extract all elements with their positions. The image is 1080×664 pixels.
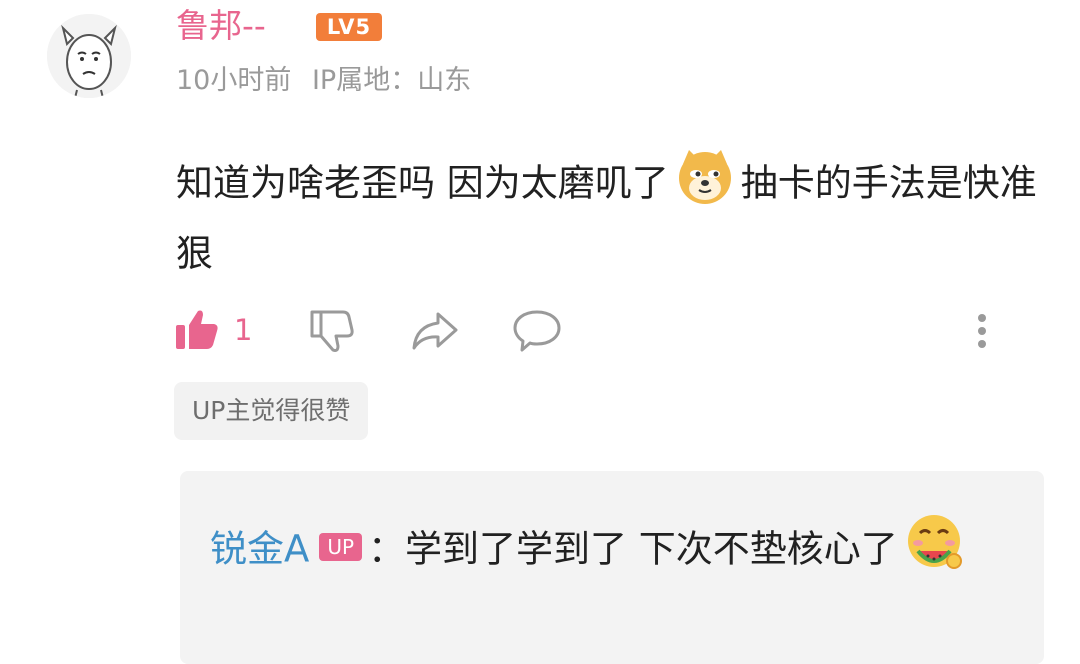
action-bar: 1 bbox=[174, 300, 1014, 360]
thumbs-up-icon bbox=[176, 310, 218, 349]
comment-text: 知道为啥老歪吗 因为太磨叽了 抽卡的手法是快准狠 bbox=[176, 146, 1056, 284]
reply-button[interactable] bbox=[512, 300, 562, 360]
reply-content: 锐金A UP ：学到了学到了 下次不垫核心了 bbox=[210, 511, 990, 591]
share-button[interactable] bbox=[410, 300, 460, 360]
comment-text-part1: 知道为啥老歪吗 因为太磨叽了 bbox=[176, 161, 669, 205]
like-button[interactable]: 1 bbox=[174, 300, 252, 360]
thumbs-down-icon bbox=[310, 310, 354, 352]
reply-colon: ： bbox=[368, 527, 406, 571]
ip-location: IP属地：山东 bbox=[311, 65, 472, 96]
more-button[interactable] bbox=[970, 300, 994, 360]
reply-preview[interactable]: 锐金A UP ：学到了学到了 下次不垫核心了 bbox=[180, 471, 1044, 664]
comment-icon bbox=[513, 310, 561, 352]
up-tag: UP bbox=[319, 533, 363, 561]
up-liked-badge: UP主觉得很赞 bbox=[174, 382, 369, 440]
doge-emoji-icon bbox=[675, 146, 735, 224]
watermelon-eating-emoji-icon bbox=[904, 511, 966, 591]
like-count: 1 bbox=[234, 313, 253, 347]
reply-text: 学到了学到了 下次不垫核心了 bbox=[405, 527, 898, 571]
share-icon bbox=[412, 312, 458, 350]
comment-meta: 10小时前 IP属地：山东 bbox=[176, 62, 471, 100]
comment-time: 10小时前 bbox=[176, 65, 292, 96]
level-badge: LV5 bbox=[316, 13, 382, 41]
comment-username[interactable]: 鲁邦-- bbox=[176, 4, 266, 48]
reply-username[interactable]: 锐金A bbox=[210, 528, 309, 571]
more-icon bbox=[978, 314, 986, 348]
avatar[interactable] bbox=[47, 14, 131, 98]
dislike-button[interactable] bbox=[308, 300, 356, 360]
meme-face-icon bbox=[47, 14, 131, 98]
